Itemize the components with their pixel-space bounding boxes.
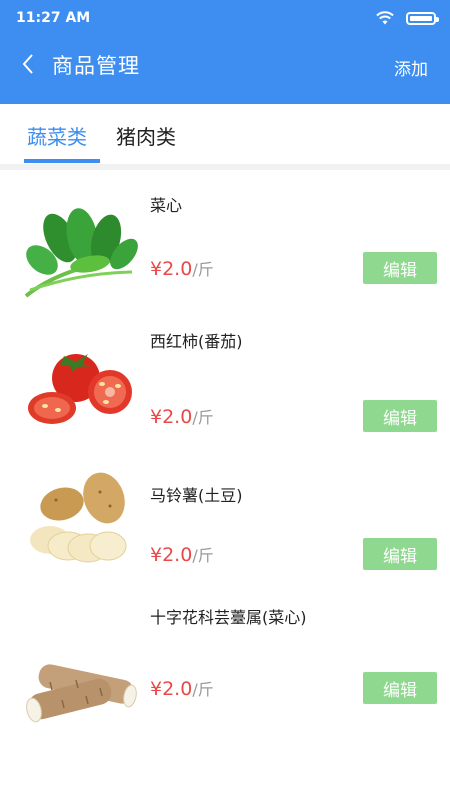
wifi-icon (376, 11, 394, 25)
product-name: 十字花科芸薹属(菜心) (150, 608, 307, 627)
product-list: 菜心 ¥2.0/斤 编辑 西红柿(番茄) ¥2.0/斤 编辑 马铃薯(土豆) ¥… (0, 170, 450, 748)
page-title: 商品管理 (52, 54, 140, 78)
product-item: 十字花科芸薹属(菜心) ¥2.0/斤 编辑 (0, 602, 450, 748)
price-unit: /斤 (192, 260, 214, 279)
tab-vegetables[interactable]: 蔬菜类 (27, 121, 87, 150)
price-unit: /斤 (192, 546, 214, 565)
product-name: 西红柿(番茄) (150, 332, 243, 351)
tab-pork[interactable]: 猪肉类 (116, 121, 176, 150)
status-bar: 11:27 AM (0, 0, 450, 36)
active-tab-indicator (24, 159, 100, 163)
tomato-image (28, 354, 132, 424)
status-time: 11:27 AM (16, 10, 91, 26)
add-button[interactable]: 添加 (394, 55, 428, 80)
product-item: 马铃薯(土豆) ¥2.0/斤 编辑 (0, 462, 450, 602)
app-header: 11:27 AM 商品管理 添加 (0, 0, 450, 104)
price-unit: /斤 (192, 680, 214, 699)
product-item: 西红柿(番茄) ¥2.0/斤 编辑 (0, 316, 450, 462)
category-tabs: 蔬菜类 猪肉类 (0, 104, 450, 170)
product-item: 菜心 ¥2.0/斤 编辑 (0, 170, 450, 316)
yam-image (26, 664, 137, 723)
edit-button[interactable]: 编辑 (363, 538, 437, 570)
price-unit: /斤 (192, 408, 214, 427)
product-name: 马铃薯(土豆) (150, 486, 243, 505)
potato-image (30, 472, 127, 563)
product-name: 菜心 (150, 196, 183, 215)
product-price: ¥2.0/斤 (150, 678, 214, 700)
product-price: ¥2.0/斤 (150, 406, 214, 428)
product-price: ¥2.0/斤 (150, 258, 214, 280)
edit-button[interactable]: 编辑 (363, 672, 437, 704)
back-arrow-icon[interactable] (20, 52, 36, 76)
edit-button[interactable]: 编辑 (363, 252, 437, 284)
edit-button[interactable]: 编辑 (363, 400, 437, 432)
product-price: ¥2.0/斤 (150, 544, 214, 566)
battery-icon (406, 12, 439, 25)
leafy-greens-image (24, 208, 138, 298)
